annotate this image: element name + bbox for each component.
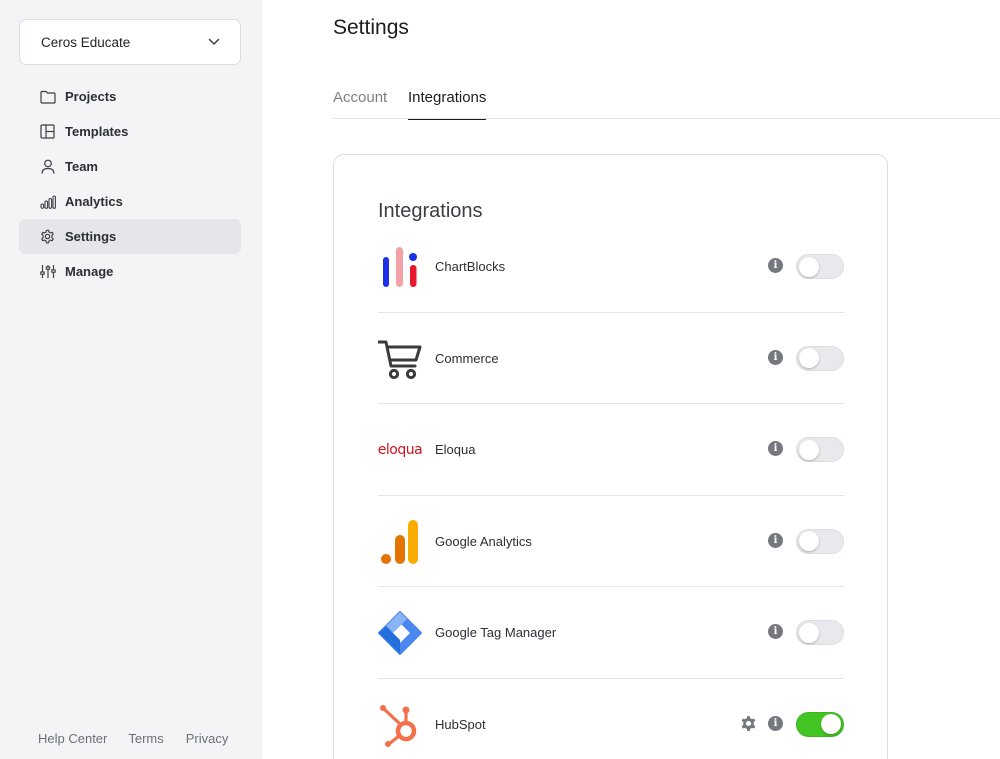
shopping-cart-icon xyxy=(378,337,422,381)
google-tag-manager-logo xyxy=(378,611,422,656)
integrations-card: Integrations ChartBlocks i Commerce i el… xyxy=(333,154,888,759)
sidebar-item-manage[interactable]: Manage xyxy=(19,254,241,289)
info-icon[interactable]: i xyxy=(768,441,783,457)
sidebar-item-label: Projects xyxy=(65,89,117,104)
integration-name: HubSpot xyxy=(435,716,486,732)
sidebar-item-label: Analytics xyxy=(65,194,123,209)
sidebar-item-projects[interactable]: Projects xyxy=(19,79,241,114)
hubspot-logo xyxy=(378,703,422,747)
gear-icon xyxy=(39,228,56,245)
integration-row-chartblocks: ChartBlocks i xyxy=(378,221,844,313)
tab-integrations[interactable]: Integrations xyxy=(408,89,487,120)
eloqua-logo: eloqua xyxy=(377,428,423,472)
integration-name: Eloqua xyxy=(435,442,476,458)
bar-chart-icon xyxy=(39,193,56,210)
integration-name: Google Tag Manager xyxy=(435,625,557,641)
sidebar-item-label: Manage xyxy=(65,264,114,279)
eloqua-toggle[interactable] xyxy=(796,437,844,463)
integration-row-hubspot: HubSpot i xyxy=(378,679,844,759)
integration-row-eloqua: eloqua Eloqua i xyxy=(378,404,844,496)
sidebar-item-templates[interactable]: Templates xyxy=(19,114,241,149)
google-analytics-toggle[interactable] xyxy=(796,528,844,554)
toggle-knob xyxy=(821,714,841,735)
toggle-knob xyxy=(799,531,819,552)
sidebar-item-label: Settings xyxy=(65,229,117,244)
sidebar-item-team[interactable]: Team xyxy=(19,149,241,184)
chartblocks-logo xyxy=(378,245,422,289)
eloqua-logo-text: eloqua xyxy=(377,442,423,459)
google-tag-manager-toggle[interactable] xyxy=(796,620,844,646)
integration-row-commerce: Commerce i xyxy=(378,313,844,405)
workspace-name: Ceros Educate xyxy=(41,34,131,50)
sidebar-footer: Help Center Terms Privacy xyxy=(38,731,228,746)
settings-tabs: Account Integrations xyxy=(333,84,1000,120)
tab-account[interactable]: Account xyxy=(333,89,387,119)
sidebar-item-label: Templates xyxy=(65,124,129,139)
card-title: Integrations xyxy=(378,200,483,222)
privacy-link[interactable]: Privacy xyxy=(186,731,229,746)
google-analytics-logo xyxy=(378,519,422,564)
sidebar-nav: Projects Templates Team Analytics Settin… xyxy=(19,79,241,289)
sidebar: Ceros Educate Projects Templates Team An… xyxy=(0,0,262,759)
info-icon[interactable]: i xyxy=(768,715,783,731)
commerce-toggle[interactable] xyxy=(796,345,844,371)
integration-row-google-tag-manager: Google Tag Manager i xyxy=(378,587,844,679)
templates-icon xyxy=(39,123,56,140)
toggle-knob xyxy=(799,439,819,460)
integration-name: ChartBlocks xyxy=(435,259,506,274)
integration-row-google-analytics: Google Analytics i xyxy=(378,496,844,588)
chartblocks-toggle[interactable] xyxy=(796,254,844,279)
chevron-down-icon xyxy=(208,36,220,48)
sliders-icon xyxy=(39,263,56,280)
sidebar-item-analytics[interactable]: Analytics xyxy=(19,184,241,219)
toggle-knob xyxy=(799,348,819,369)
integration-name: Google Analytics xyxy=(435,533,532,549)
info-icon[interactable]: i xyxy=(768,532,783,548)
gear-icon[interactable] xyxy=(740,715,757,732)
info-icon[interactable]: i xyxy=(768,349,783,365)
toggle-knob xyxy=(799,256,819,277)
integration-name: Commerce xyxy=(435,350,499,366)
sidebar-item-settings[interactable]: Settings xyxy=(19,219,241,254)
info-icon[interactable]: i xyxy=(768,258,783,273)
workspace-switcher[interactable]: Ceros Educate xyxy=(19,19,241,65)
hubspot-toggle[interactable] xyxy=(796,711,844,737)
user-icon xyxy=(39,158,56,175)
help-center-link[interactable]: Help Center xyxy=(38,731,107,746)
terms-link[interactable]: Terms xyxy=(128,731,163,746)
page-title: Settings xyxy=(333,16,409,39)
info-icon[interactable]: i xyxy=(768,624,783,640)
sidebar-item-label: Team xyxy=(65,159,98,174)
integrations-list: ChartBlocks i Commerce i eloqua Eloqua i… xyxy=(378,221,844,759)
toggle-knob xyxy=(799,622,819,643)
folder-icon xyxy=(39,88,56,105)
